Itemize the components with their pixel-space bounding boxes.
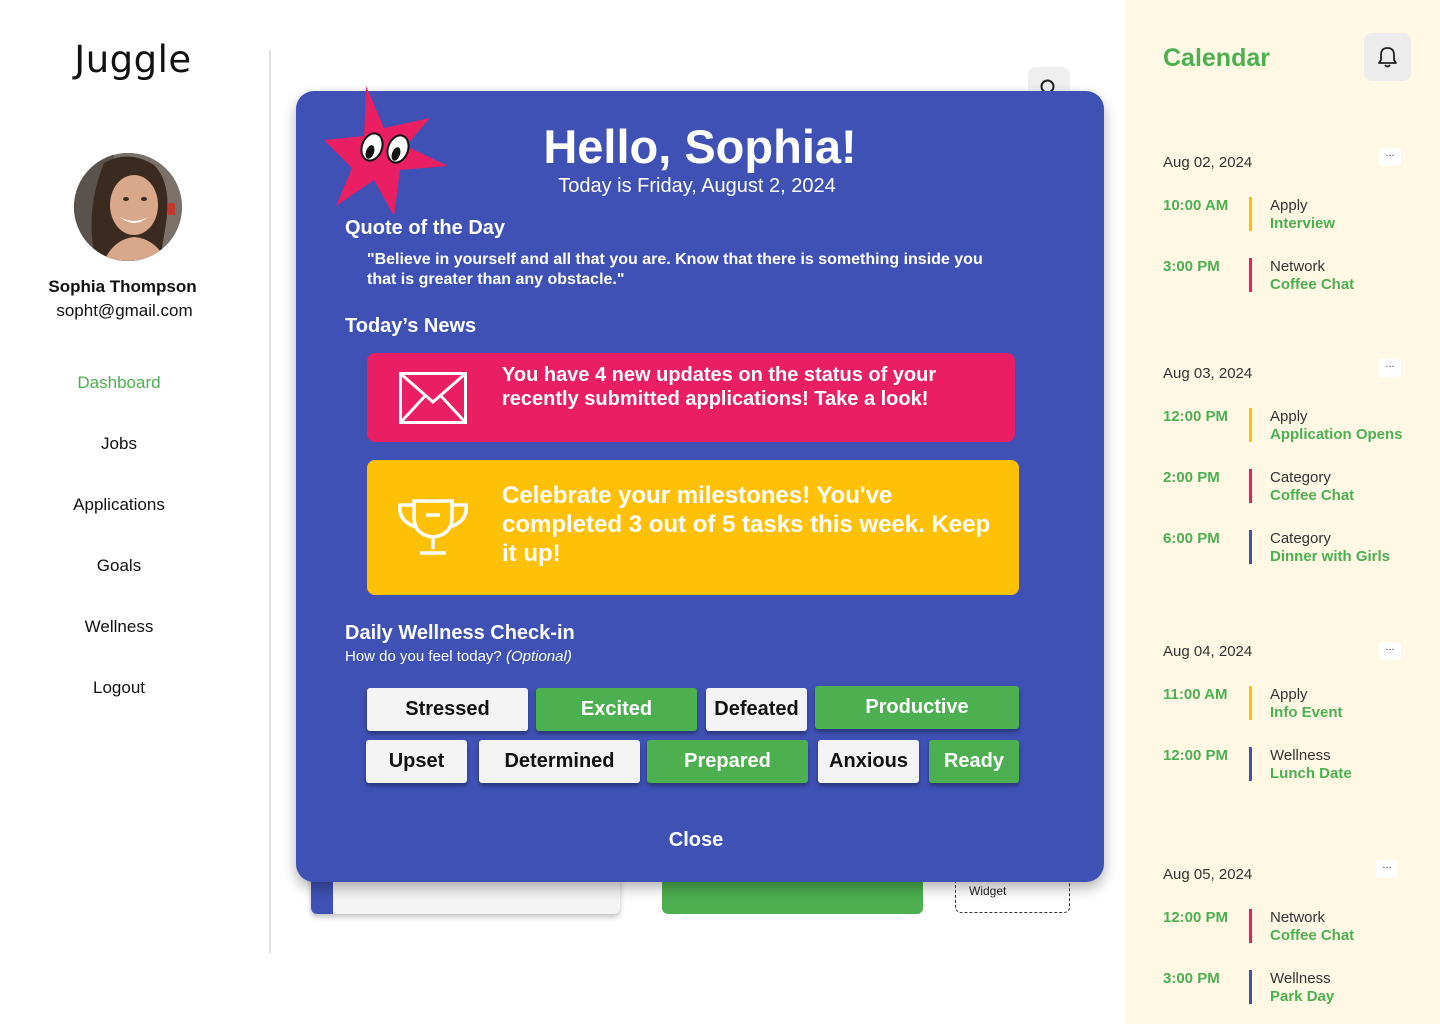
close-button[interactable]: Close [296, 829, 1096, 852]
event-time: 3:00 PM [1163, 258, 1220, 275]
nav-item-jobs[interactable]: Jobs [0, 434, 238, 454]
event-name[interactable]: Info Event [1270, 704, 1343, 721]
mood-defeated[interactable]: Defeated [706, 688, 807, 731]
event-color-bar [1249, 686, 1252, 720]
event-name[interactable]: Application Opens [1270, 426, 1403, 443]
user-email: sopht@gmail.com [56, 301, 193, 320]
news-title: Today’s News [345, 315, 477, 337]
app-logo: Juggle [74, 38, 192, 81]
mood-excited[interactable]: Excited [536, 688, 697, 731]
event-time: 10:00 AM [1163, 197, 1229, 214]
nav-item-dashboard[interactable]: Dashboard [0, 373, 238, 393]
greeting-title: Hello, Sophia! [543, 120, 857, 173]
event-name[interactable]: Lunch Date [1270, 765, 1352, 782]
news-card-milestones[interactable]: Celebrate your milestones! You've comple… [367, 460, 1019, 595]
user-name: Sophia Thompson [48, 277, 197, 296]
sidebar: Juggle Sophia Thompson sopht@gmail.com D… [0, 0, 270, 1024]
event-color-bar [1249, 469, 1252, 503]
calendar-title: Calendar [1163, 44, 1270, 72]
event-category: Apply [1270, 686, 1308, 703]
event-time: 6:00 PM [1163, 530, 1220, 547]
event-time: 12:00 PM [1163, 909, 1229, 926]
sidebar-divider [269, 50, 271, 953]
event-category: Wellness [1270, 747, 1331, 764]
event-category: Category [1270, 469, 1331, 486]
event-color-bar [1249, 909, 1252, 943]
mood-prepared[interactable]: Prepared [647, 740, 808, 783]
event-category: Wellness [1270, 970, 1331, 987]
nav-item-wellness[interactable]: Wellness [0, 617, 238, 637]
mood-upset[interactable]: Upset [366, 740, 467, 783]
event-color-bar [1249, 408, 1252, 442]
wellness-title: Daily Wellness Check-in [345, 622, 575, 644]
event-time: 2:00 PM [1163, 469, 1220, 486]
event-category: Apply [1270, 408, 1308, 425]
mood-anxious[interactable]: Anxious [818, 740, 919, 783]
event-category: Category [1270, 530, 1331, 547]
trophy-icon [398, 499, 468, 555]
event-category: Apply [1270, 197, 1308, 214]
day-label: Aug 05, 2024 [1163, 866, 1253, 883]
avatar [74, 153, 182, 261]
nav-item-goals[interactable]: Goals [0, 556, 238, 576]
wellness-question: How do you feel today? (Optional) [345, 648, 572, 665]
event-color-bar [1249, 747, 1252, 781]
date-line: Today is Friday, August 2, 2024 [558, 175, 836, 197]
more-options-button[interactable]: ... [1379, 359, 1401, 377]
more-options-button[interactable]: ... [1376, 860, 1398, 878]
widget-label: Widget [969, 884, 1007, 898]
event-time: 3:00 PM [1163, 970, 1220, 987]
event-name[interactable]: Coffee Chat [1270, 276, 1354, 293]
mood-determined[interactable]: Determined [479, 740, 640, 783]
nav-item-applications[interactable]: Applications [0, 495, 238, 515]
day-label: Aug 02, 2024 [1163, 154, 1253, 171]
more-options-button[interactable]: ... [1379, 642, 1401, 660]
event-name[interactable]: Dinner with Girls [1270, 548, 1390, 565]
event-name[interactable]: Interview [1270, 215, 1335, 232]
more-options-button[interactable]: ... [1379, 148, 1401, 166]
optional-label: (Optional) [505, 648, 572, 665]
event-color-bar [1249, 970, 1252, 1004]
event-category: Network [1270, 909, 1326, 926]
event-category: Network [1270, 258, 1326, 275]
event-color-bar [1249, 530, 1252, 564]
event-color-bar [1249, 258, 1252, 292]
news-text: Celebrate your milestones! You've comple… [502, 482, 991, 567]
notifications-button[interactable] [1364, 33, 1411, 81]
nav-item-logout[interactable]: Logout [0, 678, 238, 698]
mood-ready[interactable]: Ready [929, 740, 1019, 783]
event-color-bar [1249, 197, 1252, 231]
event-time: 11:00 AM [1163, 686, 1228, 703]
day-label: Aug 03, 2024 [1163, 365, 1253, 382]
news-text: You have 4 new updates on the status of … [502, 364, 937, 410]
event-time: 12:00 PM [1163, 747, 1229, 764]
quote-title: Quote of the Day [345, 217, 506, 239]
event-name[interactable]: Park Day [1270, 988, 1334, 1005]
wellness-question-text: How do you feel today? [345, 648, 502, 665]
quote-text: "Believe in yourself and all that you ar… [367, 251, 983, 288]
day-label: Aug 04, 2024 [1163, 643, 1253, 660]
news-card-applications[interactable]: You have 4 new updates on the status of … [367, 353, 1015, 442]
envelope-icon [399, 372, 467, 424]
bell-icon [1378, 47, 1397, 68]
mood-productive[interactable]: Productive [815, 686, 1019, 729]
mood-stressed[interactable]: Stressed [367, 688, 528, 731]
event-name[interactable]: Coffee Chat [1270, 487, 1354, 504]
event-time: 12:00 PM [1163, 408, 1229, 425]
event-name[interactable]: Coffee Chat [1270, 927, 1354, 944]
